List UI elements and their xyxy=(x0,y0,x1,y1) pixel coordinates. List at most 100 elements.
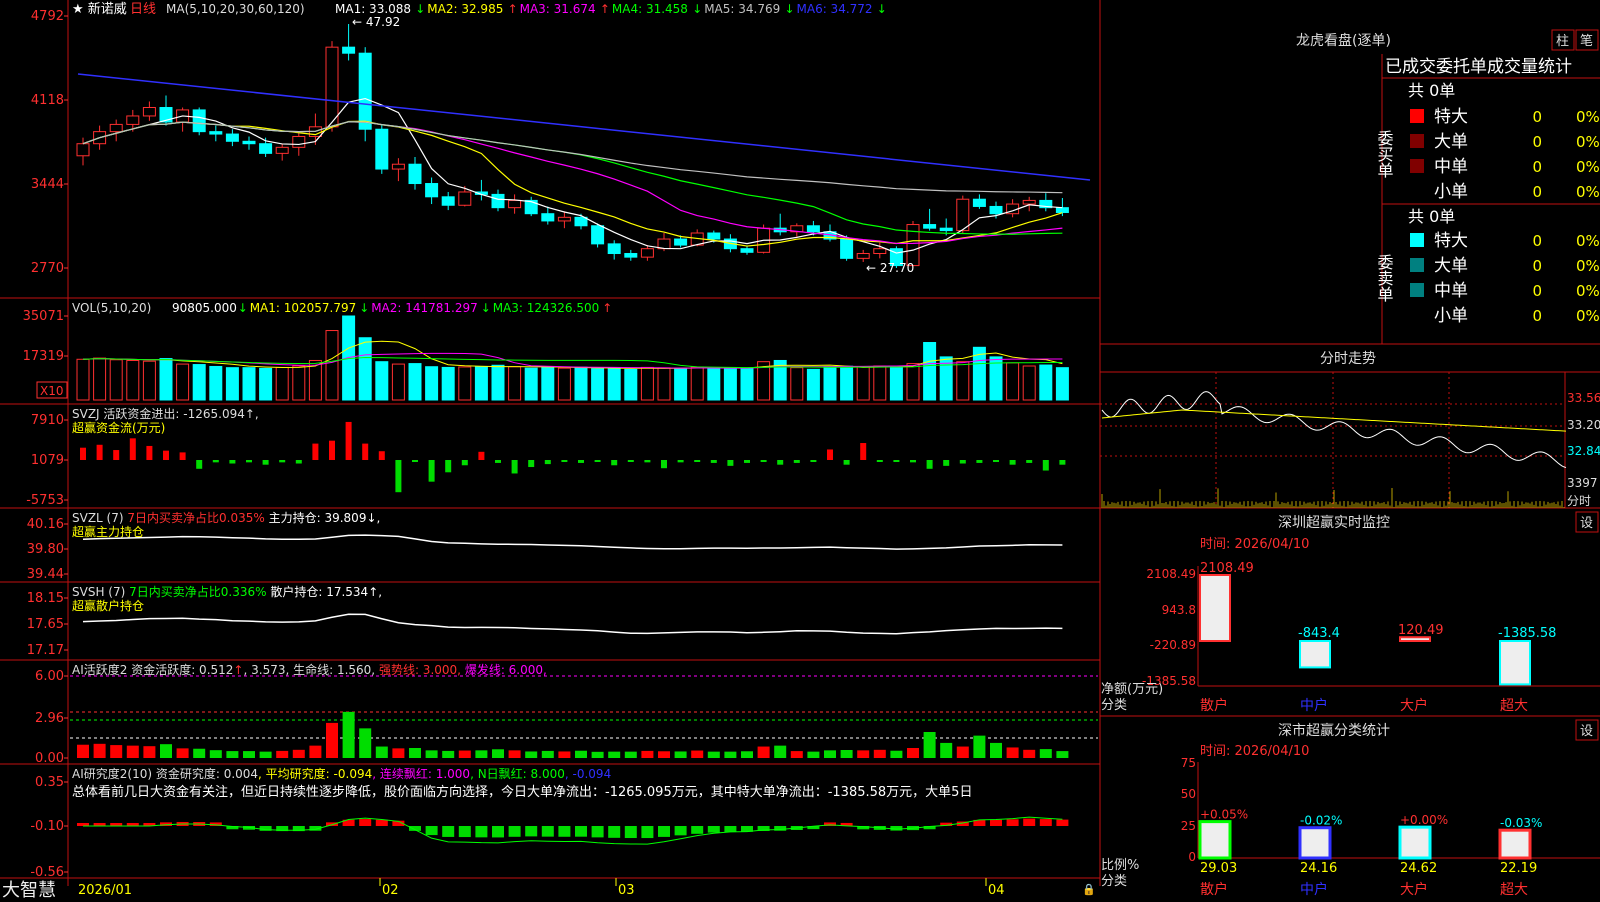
sell-num-3: 0 xyxy=(1532,307,1542,325)
svzj-bar-18 xyxy=(378,451,385,460)
vol-bar-25 xyxy=(491,364,505,401)
svzj-bar-58 xyxy=(1042,460,1049,471)
vol-bar-53 xyxy=(956,361,970,401)
candle-body-25 xyxy=(491,193,505,209)
buy-label-1: 大单 xyxy=(1434,132,1468,152)
buy-num-3: 0 xyxy=(1532,183,1542,201)
monitor-panel[interactable]: 深圳超赢实时监控 设 时间: 2026/04/10 2108.49 943.8 … xyxy=(1101,511,1600,714)
tick-mode-label: 笔 xyxy=(1580,33,1593,49)
candle-body-15 xyxy=(325,46,339,128)
sell-swatch-0 xyxy=(1410,233,1424,247)
stock-chart-canvas[interactable]: ★ 新诺威 日线 MA(5,10,20,30,60,120) MA1: 33.0… xyxy=(0,0,1600,900)
candle-body-20 xyxy=(408,163,422,185)
ma-arrow-5: ↓ xyxy=(785,2,795,16)
ai-active-bar-46 xyxy=(840,750,853,758)
ai-active-panel[interactable]: AI活跃度2 资金活跃度: 0.512↑, 3.573, 生命线: 1.560,… xyxy=(35,662,1098,766)
classify-value-0: 29.03 xyxy=(1200,861,1237,876)
vol-bar-51 xyxy=(923,342,937,401)
ma-arrow-2: ↑ xyxy=(508,2,518,16)
candle-body-54 xyxy=(972,198,986,207)
svzj-bar-48 xyxy=(876,460,883,462)
svsh-line xyxy=(82,613,1063,635)
vol-bar-43 xyxy=(790,367,804,401)
classify-settings-label: 设 xyxy=(1580,724,1593,739)
classify-category-2: 大户 xyxy=(1400,881,1428,898)
monitor-value-0: 2108.49 xyxy=(1200,561,1254,576)
ai-active-bar-53 xyxy=(956,746,969,758)
classify-bar-1 xyxy=(1298,826,1332,860)
svzj-bar-44 xyxy=(810,460,817,462)
ai-active-bar-55 xyxy=(990,742,1002,758)
ai-research-bar-27 xyxy=(525,826,538,837)
svzj-bar-4 xyxy=(146,445,153,460)
ai-active-bar-37 xyxy=(691,750,704,758)
ai-research-bar-30 xyxy=(575,826,587,837)
ai-research-panel[interactable]: AI研究度2(10) 资金研究度: 0.004, 平均研究度: -0.094, … xyxy=(30,766,1069,880)
price-panel[interactable]: ★ 新诺威 日线 MA(5,10,20,30,60,120) MA1: 33.0… xyxy=(31,1,1091,276)
ai-active-bar-42 xyxy=(774,745,787,758)
ma-legend: MA1: 33.088 ↓ MA2: 32.985 ↑ MA3: 31.674 ↑ MA4:… xyxy=(335,2,887,16)
svsh-subtitle: 超赢散户持仓 xyxy=(72,598,144,613)
svsh-yticks-tick-0: 18.15 xyxy=(27,591,64,606)
vol-bar-13 xyxy=(292,365,306,401)
buy-pct-2: 0% xyxy=(1576,158,1600,176)
monitor-bar-1 xyxy=(1299,640,1331,669)
ai-research-bar-31 xyxy=(591,826,604,838)
ai-research-bar-26 xyxy=(508,826,521,837)
candle-body-10 xyxy=(242,140,256,145)
intraday-panel[interactable]: 分时走势 33.56 33.20 32.84 3397 分时 xyxy=(1100,351,1600,508)
buy-swatch-0 xyxy=(1410,109,1424,123)
ma-arrow-1: ↓ xyxy=(415,2,425,16)
ai-active-bar-2 xyxy=(110,745,123,758)
svsh-panel[interactable]: SVSH (7) 7日内买卖净占比0.336% 散户持仓: 17.534↑, 超… xyxy=(27,584,1063,658)
classify-ytick-3: 25 xyxy=(1181,819,1196,833)
svzj-bar-54 xyxy=(976,460,983,463)
svzj-bar-30 xyxy=(578,460,584,463)
lock-icon[interactable]: 🔒 xyxy=(1082,883,1096,896)
classify-value-1: 24.16 xyxy=(1300,861,1337,876)
ai-active-bar-51 xyxy=(923,732,936,758)
sell-total: 共 0单 xyxy=(1408,207,1455,226)
vol-bar-20 xyxy=(408,363,422,401)
vol-bar-4 xyxy=(142,360,156,401)
classify-bar-3 xyxy=(1498,828,1532,860)
vol-bar-18 xyxy=(375,361,389,401)
svzj-bar-56 xyxy=(1009,460,1016,465)
svzj-bar-11 xyxy=(262,460,269,465)
buy-swatch-2 xyxy=(1410,159,1424,173)
intraday-ytick-2: 33.20 xyxy=(1567,418,1600,432)
ai-active-bar-57 xyxy=(1023,749,1036,758)
candle-body-38 xyxy=(707,232,721,240)
ai-active-bar-18 xyxy=(375,746,388,758)
svzl-panel[interactable]: SVZL (7) 7日内买卖净占比0.035% 主力持仓: 39.809↓, 超… xyxy=(27,510,1063,582)
x-tick-mar: 03 xyxy=(618,883,635,898)
ai-active-bar-58 xyxy=(1039,749,1052,758)
vol-bar-48 xyxy=(873,365,887,401)
volume-panel[interactable]: VOL(5,10,20) 90805.000 ↓ MA1: 102057.797 ↓ M… xyxy=(23,301,1069,401)
vol-bar-50 xyxy=(906,363,920,401)
candle-body-34 xyxy=(640,248,654,258)
svzj-bar-15 xyxy=(329,440,335,460)
classify-panel[interactable]: 深市超赢分类统计 设 时间: 2026/04/10 75 50 25 0 比例%… xyxy=(1101,719,1600,898)
ai-active-bar-56 xyxy=(1006,747,1019,758)
candle-body-17 xyxy=(358,52,372,130)
ai-research-bars xyxy=(77,818,1069,839)
period-label: 日线 xyxy=(130,2,156,17)
lhb-panel[interactable]: 龙虎看盘(逐单) 柱 笔 已成交委托单成交量统计 共 0单 共 0单 委买单 委… xyxy=(1296,29,1600,326)
ai-active-bar-23 xyxy=(458,750,471,758)
svzl-yticks-tick-1: 39.80 xyxy=(27,542,64,557)
svzj-bar-31 xyxy=(594,460,601,462)
ai-active-bar-43 xyxy=(790,751,803,758)
buy-label-3: 小单 xyxy=(1434,182,1468,202)
classify-ytick-4: 0 xyxy=(1188,850,1196,864)
vol-bar-45 xyxy=(823,366,837,401)
ma-item-5: MA5: 34.769 xyxy=(704,2,780,16)
classify-value-2: 24.62 xyxy=(1400,861,1437,876)
vol-bar-17 xyxy=(358,337,372,401)
candle-body-59 xyxy=(1055,207,1069,213)
svzj-bar-22 xyxy=(445,460,452,473)
ai-research-bar-58 xyxy=(1039,819,1052,826)
svzj-panel[interactable]: SVZJ 活跃资金进出: -1265.094↑, 超赢资金流(万元) 7910 1… xyxy=(26,406,1066,508)
ai-active-bar-7 xyxy=(193,748,206,758)
ma-item-4: MA4: 31.458 xyxy=(612,2,688,16)
